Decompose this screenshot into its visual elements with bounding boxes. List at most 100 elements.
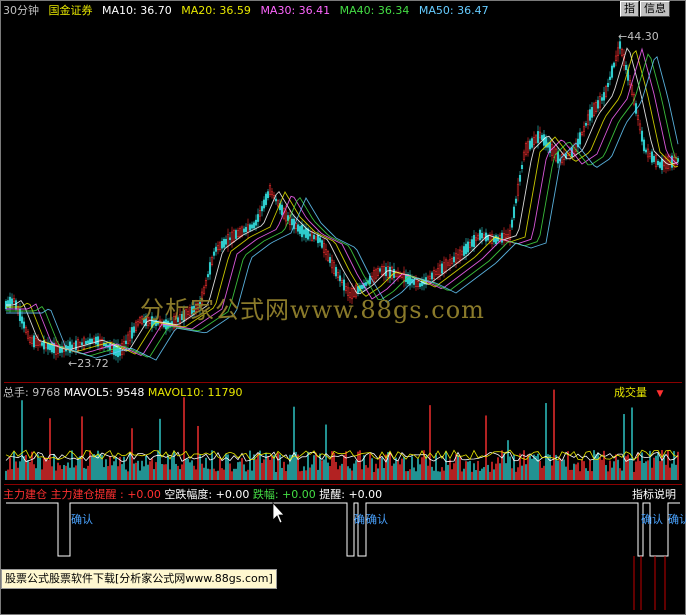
candle-body bbox=[608, 76, 612, 80]
candle-body bbox=[318, 237, 322, 243]
candle-body bbox=[30, 337, 34, 344]
candle-body bbox=[582, 126, 586, 132]
candle-body bbox=[506, 234, 510, 238]
volume-bar bbox=[169, 469, 171, 480]
volume-bar bbox=[523, 450, 525, 480]
volume-bar bbox=[37, 454, 39, 480]
volume-bar bbox=[381, 457, 383, 480]
candle-body bbox=[628, 80, 632, 85]
volume-bar bbox=[675, 464, 677, 480]
indicator-selector[interactable]: 成交量 ▼ bbox=[614, 384, 663, 400]
volume-bar bbox=[589, 460, 591, 480]
volume-bar bbox=[451, 469, 453, 480]
candle-body bbox=[414, 278, 418, 288]
volume-bar bbox=[93, 454, 95, 480]
volume-bar bbox=[245, 471, 247, 480]
candle-body bbox=[14, 300, 18, 310]
candle-body bbox=[450, 258, 454, 264]
volume-bar bbox=[645, 461, 647, 480]
volume-bar bbox=[107, 466, 109, 480]
volume-bar bbox=[401, 458, 403, 480]
indicator-line bbox=[6, 502, 680, 557]
volume-bar bbox=[477, 460, 479, 480]
candle-body bbox=[334, 267, 338, 277]
volume-bar bbox=[91, 456, 93, 480]
candle-body bbox=[584, 123, 588, 126]
volume-bar bbox=[315, 452, 317, 480]
volume-bar bbox=[167, 454, 169, 480]
volume-bar bbox=[123, 456, 125, 480]
candle-body bbox=[300, 224, 304, 238]
volume-bar bbox=[281, 467, 283, 480]
candle-body bbox=[516, 183, 520, 196]
volume-bar bbox=[633, 471, 635, 480]
candle-body bbox=[238, 228, 242, 237]
indicator-help[interactable]: 指标说明 bbox=[632, 486, 676, 502]
candle-body bbox=[226, 234, 230, 247]
confirm-label-3: 确认 bbox=[641, 513, 663, 526]
volume-bar bbox=[505, 463, 507, 480]
candle-body bbox=[458, 249, 462, 261]
volume-bar bbox=[437, 471, 439, 480]
volume-bar bbox=[495, 463, 497, 480]
volume-bar bbox=[35, 468, 37, 480]
volume-bar bbox=[201, 463, 203, 480]
candle-body bbox=[580, 132, 584, 136]
volume-bar bbox=[637, 453, 639, 480]
candle-body bbox=[264, 193, 268, 205]
volume-bar bbox=[599, 457, 601, 480]
candle-body bbox=[598, 95, 602, 108]
volume-bar bbox=[629, 458, 631, 480]
volume-bar bbox=[233, 468, 235, 480]
candle-body bbox=[530, 138, 534, 148]
candle-body bbox=[638, 123, 642, 131]
volume-bar bbox=[49, 418, 51, 480]
candle-body bbox=[428, 275, 432, 280]
candle-body bbox=[6, 300, 10, 308]
volume-bar bbox=[659, 461, 661, 480]
volume-bar bbox=[513, 454, 515, 480]
volume-bar bbox=[41, 469, 43, 480]
candle-body bbox=[588, 109, 592, 121]
volume-bar bbox=[235, 468, 237, 480]
volume-bar bbox=[147, 464, 149, 480]
volume-bar bbox=[243, 464, 245, 480]
candle-body bbox=[70, 344, 74, 349]
candle-body bbox=[646, 148, 650, 158]
volume-bar bbox=[575, 464, 577, 480]
candle-body bbox=[274, 198, 278, 202]
volume-bar bbox=[241, 458, 243, 480]
candle-body bbox=[304, 228, 308, 238]
candle-body bbox=[660, 158, 664, 170]
volume-bar bbox=[475, 470, 477, 480]
volume-bar bbox=[529, 455, 531, 480]
candle-body bbox=[204, 280, 208, 286]
candle-body bbox=[468, 242, 472, 248]
candle-body bbox=[526, 141, 530, 153]
candle-body bbox=[10, 298, 14, 304]
volume-bar bbox=[293, 406, 295, 480]
candle-body bbox=[76, 339, 80, 351]
indicator-label-jiancang: 主力建仓 bbox=[3, 488, 47, 501]
volume-bar bbox=[613, 461, 615, 480]
volume-bar bbox=[95, 455, 97, 480]
candle-body bbox=[436, 268, 440, 275]
candle-body bbox=[242, 228, 246, 233]
candle-body bbox=[518, 174, 522, 182]
confirm-label-4: 确认 bbox=[668, 513, 686, 526]
volume-bar bbox=[395, 457, 397, 480]
status-banner[interactable]: 股票公式股票软件下载[分析家公式网www.88gs.com] bbox=[1, 569, 277, 589]
volume-bar bbox=[611, 467, 613, 480]
volume-bar bbox=[585, 468, 587, 480]
volume-bar bbox=[211, 450, 213, 480]
volume-bar bbox=[375, 463, 377, 480]
candle-body bbox=[296, 224, 300, 232]
candle-body bbox=[478, 229, 482, 241]
volume-bar bbox=[539, 460, 541, 480]
volume-bar bbox=[443, 470, 445, 480]
volume-bar bbox=[487, 464, 489, 480]
candle-body bbox=[432, 270, 436, 279]
volume-bar bbox=[653, 457, 655, 480]
volume-bar bbox=[549, 454, 551, 480]
volume-bar bbox=[239, 461, 241, 480]
